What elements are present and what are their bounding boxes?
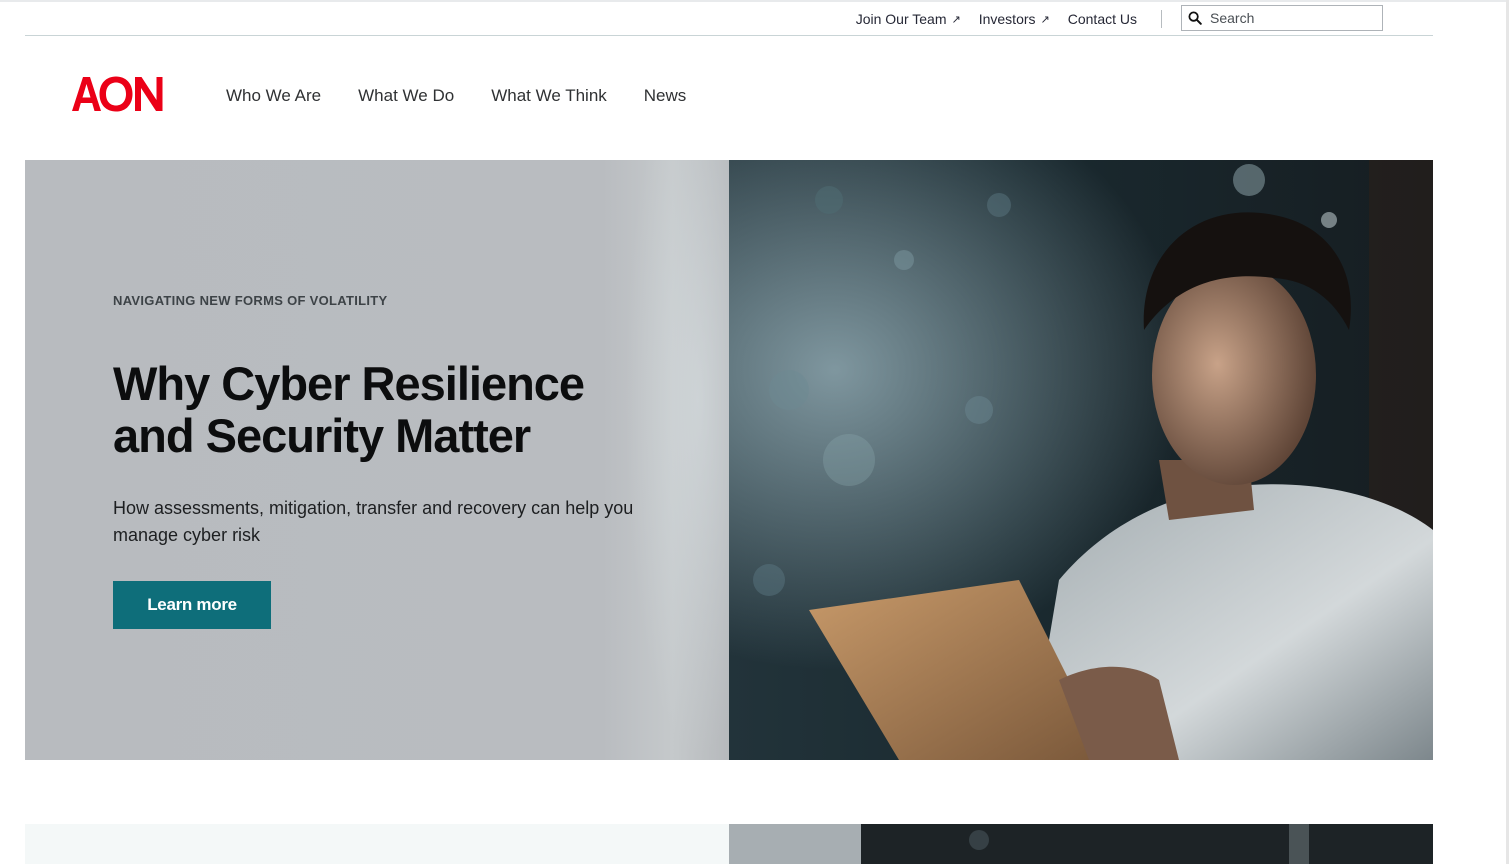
join-our-team-label: Join Our Team bbox=[855, 11, 947, 27]
investors-label: Investors bbox=[978, 11, 1036, 27]
hero-eyebrow: NAVIGATING NEW FORMS OF VOLATILITY bbox=[113, 293, 388, 308]
search-icon[interactable] bbox=[1188, 11, 1202, 25]
main-nav: Who We Are What We Do What We Think News bbox=[226, 86, 723, 106]
utility-divider bbox=[1161, 10, 1162, 28]
next-section-photo bbox=[729, 824, 1433, 864]
search-box[interactable] bbox=[1181, 5, 1383, 31]
hero-text-panel: NAVIGATING NEW FORMS OF VOLATILITY Why C… bbox=[25, 160, 729, 760]
aon-logo-mark bbox=[72, 76, 163, 112]
nav-who-we-are[interactable]: Who We Are bbox=[226, 86, 321, 106]
external-link-icon: ↗ bbox=[1040, 13, 1050, 26]
utility-links: Join Our Team ↗ Investors ↗ Contact Us bbox=[838, 11, 1137, 27]
next-section-image bbox=[729, 824, 1433, 864]
join-our-team-link[interactable]: Join Our Team ↗ bbox=[856, 11, 961, 27]
aon-logo[interactable] bbox=[72, 76, 164, 112]
learn-more-button[interactable]: Learn more bbox=[113, 581, 271, 629]
search-input[interactable] bbox=[1208, 9, 1372, 27]
contact-us-label: Contact Us bbox=[1067, 11, 1137, 27]
hero-description: How assessments, mitigation, transfer an… bbox=[113, 498, 634, 545]
hero-image bbox=[729, 160, 1433, 760]
nav-news[interactable]: News bbox=[644, 86, 687, 106]
hero-title: Why Cyber Resilience and Security Matter bbox=[113, 357, 585, 462]
top-border bbox=[0, 0, 1509, 2]
nav-what-we-think[interactable]: What We Think bbox=[491, 86, 607, 106]
external-link-icon: ↗ bbox=[951, 13, 961, 26]
investors-link[interactable]: Investors ↗ bbox=[979, 11, 1050, 27]
page: Join Our Team ↗ Investors ↗ Contact Us S… bbox=[0, 0, 1509, 864]
utility-bar: Join Our Team ↗ Investors ↗ Contact Us bbox=[25, 3, 1433, 36]
hero-banner: NAVIGATING NEW FORMS OF VOLATILITY Why C… bbox=[25, 160, 1433, 760]
man-with-tablet-photo bbox=[729, 160, 1433, 760]
contact-us-link[interactable]: Contact Us bbox=[1068, 11, 1137, 27]
next-section-panel bbox=[25, 824, 729, 864]
nav-what-we-do[interactable]: What We Do bbox=[358, 86, 454, 106]
